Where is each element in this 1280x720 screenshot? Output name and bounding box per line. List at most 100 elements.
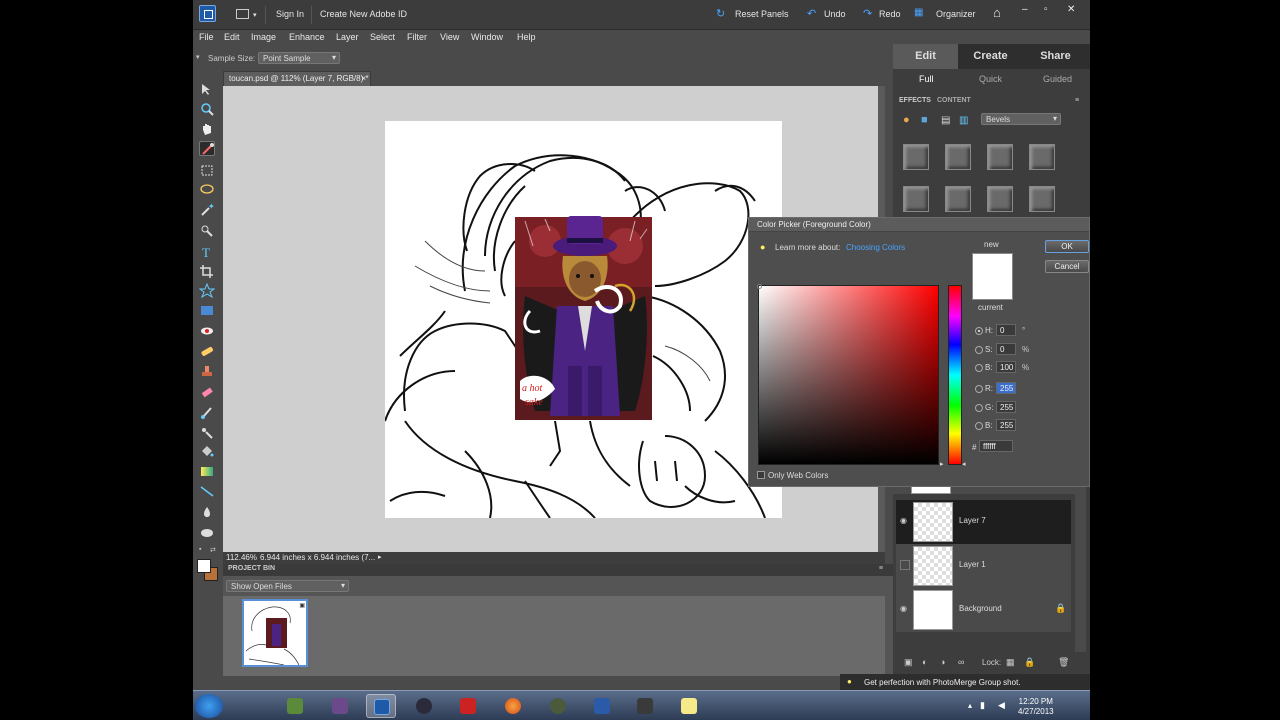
menu-image[interactable]: Image [251,32,276,42]
hue-slider-right-arrow[interactable]: ◂ [962,460,966,468]
taskbar-app-two[interactable] [453,694,483,718]
bevel-effect-8[interactable] [1029,186,1055,212]
foreground-color-swatch[interactable] [197,559,211,573]
cancel-button[interactable]: Cancel [1045,260,1089,273]
filters-icon[interactable]: ▤ [941,115,950,126]
layer-row-layer-7[interactable]: ◉ Layer 7 [896,500,1071,544]
organizer-button[interactable]: Organizer [936,9,976,19]
blue-input[interactable]: 255 [996,419,1016,431]
hue-slider-left-arrow[interactable]: ▸ [940,460,944,468]
bevel-effect-2[interactable] [945,144,971,170]
adjustment-layer-icon[interactable]: ◐ [922,657,927,667]
panel-menu-icon[interactable]: ≡ [1075,97,1079,104]
default-colors-icon[interactable]: ▪ [199,546,201,553]
effects-icon[interactable]: ▥ [959,115,968,126]
tab-edit[interactable]: Edit [893,44,958,69]
green-radio[interactable] [975,404,983,412]
undo-button[interactable]: Undo [824,9,846,19]
green-input[interactable]: 255 [996,401,1016,413]
ok-button[interactable]: OK [1045,240,1089,253]
eraser-tool-icon[interactable] [199,385,215,400]
red-radio[interactable] [975,385,983,393]
menu-help[interactable]: Help [517,32,536,42]
saturation-brightness-field[interactable] [757,284,939,465]
sponge-tool-icon[interactable] [199,525,215,540]
hand-tool-icon[interactable] [199,122,215,137]
layer-visibility-icon[interactable]: ◉ [900,516,910,526]
create-adobe-id-link[interactable]: Create New Adobe ID [320,9,407,19]
taskbar-photoshop-elements[interactable] [366,694,396,718]
menu-layer[interactable]: Layer [336,32,359,42]
tab-create[interactable]: Create [958,44,1023,69]
redo-icon[interactable]: ↷ [863,7,872,20]
cookie-cutter-tool-icon[interactable] [198,282,216,299]
hue-slider[interactable] [948,285,962,465]
effect-category-dropdown[interactable]: Bevels [981,113,1061,125]
red-eye-tool-icon[interactable] [199,324,215,339]
type-tool-icon[interactable]: T [199,244,215,260]
clone-stamp-tool-icon[interactable] [199,364,215,379]
bevel-effect-5[interactable] [903,186,929,212]
straighten-tool-icon[interactable] [199,303,215,318]
taskbar-app-grenade[interactable] [543,694,573,718]
home-icon[interactable]: ⌂ [993,5,1001,20]
minimize-icon[interactable]: – [1022,4,1028,15]
reset-panels-button[interactable]: Reset Panels [735,9,789,19]
document-tab[interactable]: toucan.psd @ 112% (Layer 7, RGB/8) * × [223,71,371,86]
magic-wand-tool-icon[interactable]: ✦ [199,202,215,217]
menu-window[interactable]: Window [471,32,503,42]
taskbar-minecraft[interactable] [280,694,310,718]
bevel-effect-7[interactable] [987,186,1013,212]
brush-tool-icon[interactable] [199,405,215,420]
chevron-down-icon[interactable]: ▾ [253,11,257,19]
tray-expand-icon[interactable]: ▴ [968,701,972,710]
zoom-level[interactable]: 112.46% [226,553,257,562]
layer-visibility-off-icon[interactable] [900,560,910,570]
brightness-input[interactable]: 100 [996,361,1016,373]
menu-edit[interactable]: Edit [224,32,240,42]
tab-share[interactable]: Share [1023,44,1088,69]
undo-icon[interactable]: ↶ [807,7,816,20]
layer-styles-icon[interactable]: ● [903,114,910,126]
zoom-tool-icon[interactable] [199,102,215,117]
status-arrow-icon[interactable]: ▸ [378,553,382,561]
menu-enhance[interactable]: Enhance [289,32,325,42]
mask-icon[interactable]: ◑ [940,657,945,667]
workspace-icon[interactable] [236,9,249,19]
taskbar-app-wizard[interactable] [325,694,355,718]
choosing-colors-link[interactable]: Choosing Colors [846,243,905,252]
line-tool-icon[interactable] [199,484,215,499]
gradient-tool-icon[interactable] [199,464,215,479]
tab-quick[interactable]: Quick [979,74,1002,84]
tab-content[interactable]: CONTENT [937,97,971,104]
tip-text[interactable]: Get perfection with PhotoMerge Group sho… [864,678,1021,687]
hue-input[interactable]: 0 [996,324,1016,336]
layer-row-layer-1[interactable]: Layer 1 [896,544,1071,588]
blue-radio[interactable] [975,422,983,430]
lock-transparent-icon[interactable]: ▦ [1006,657,1015,668]
layers-scrollbar[interactable] [1075,480,1086,662]
windows-start-button[interactable] [195,694,223,718]
saturation-radio[interactable] [975,346,983,354]
hue-radio[interactable] [975,327,983,335]
volume-icon[interactable]: ◀ [998,700,1005,711]
open-file-thumbnail[interactable]: ▣ [242,599,308,667]
link-layers-icon[interactable]: ∞ [958,657,964,667]
brightness-radio[interactable] [975,364,983,372]
blur-tool-icon[interactable] [199,505,215,520]
menu-filter[interactable]: Filter [407,32,427,42]
lock-all-icon[interactable]: 🔒 [1024,657,1035,668]
taskbar-word[interactable] [587,694,617,718]
menu-file[interactable]: File [199,32,214,42]
move-tool-icon[interactable] [199,82,215,97]
layer-visibility-icon[interactable]: ◉ [900,604,910,614]
lasso-tool-icon[interactable] [199,183,215,198]
project-bin-menu-icon[interactable]: ≡ [879,565,883,572]
reset-panels-icon[interactable]: ↻ [716,7,725,20]
layer-row-background[interactable]: ◉ Background 🔒 [896,588,1071,632]
restore-icon[interactable]: ▫ [1044,4,1048,15]
menu-view[interactable]: View [440,32,459,42]
smart-brush-tool-icon[interactable] [199,425,215,440]
bevel-effect-6[interactable] [945,186,971,212]
taskbar-app-chest[interactable] [630,694,660,718]
